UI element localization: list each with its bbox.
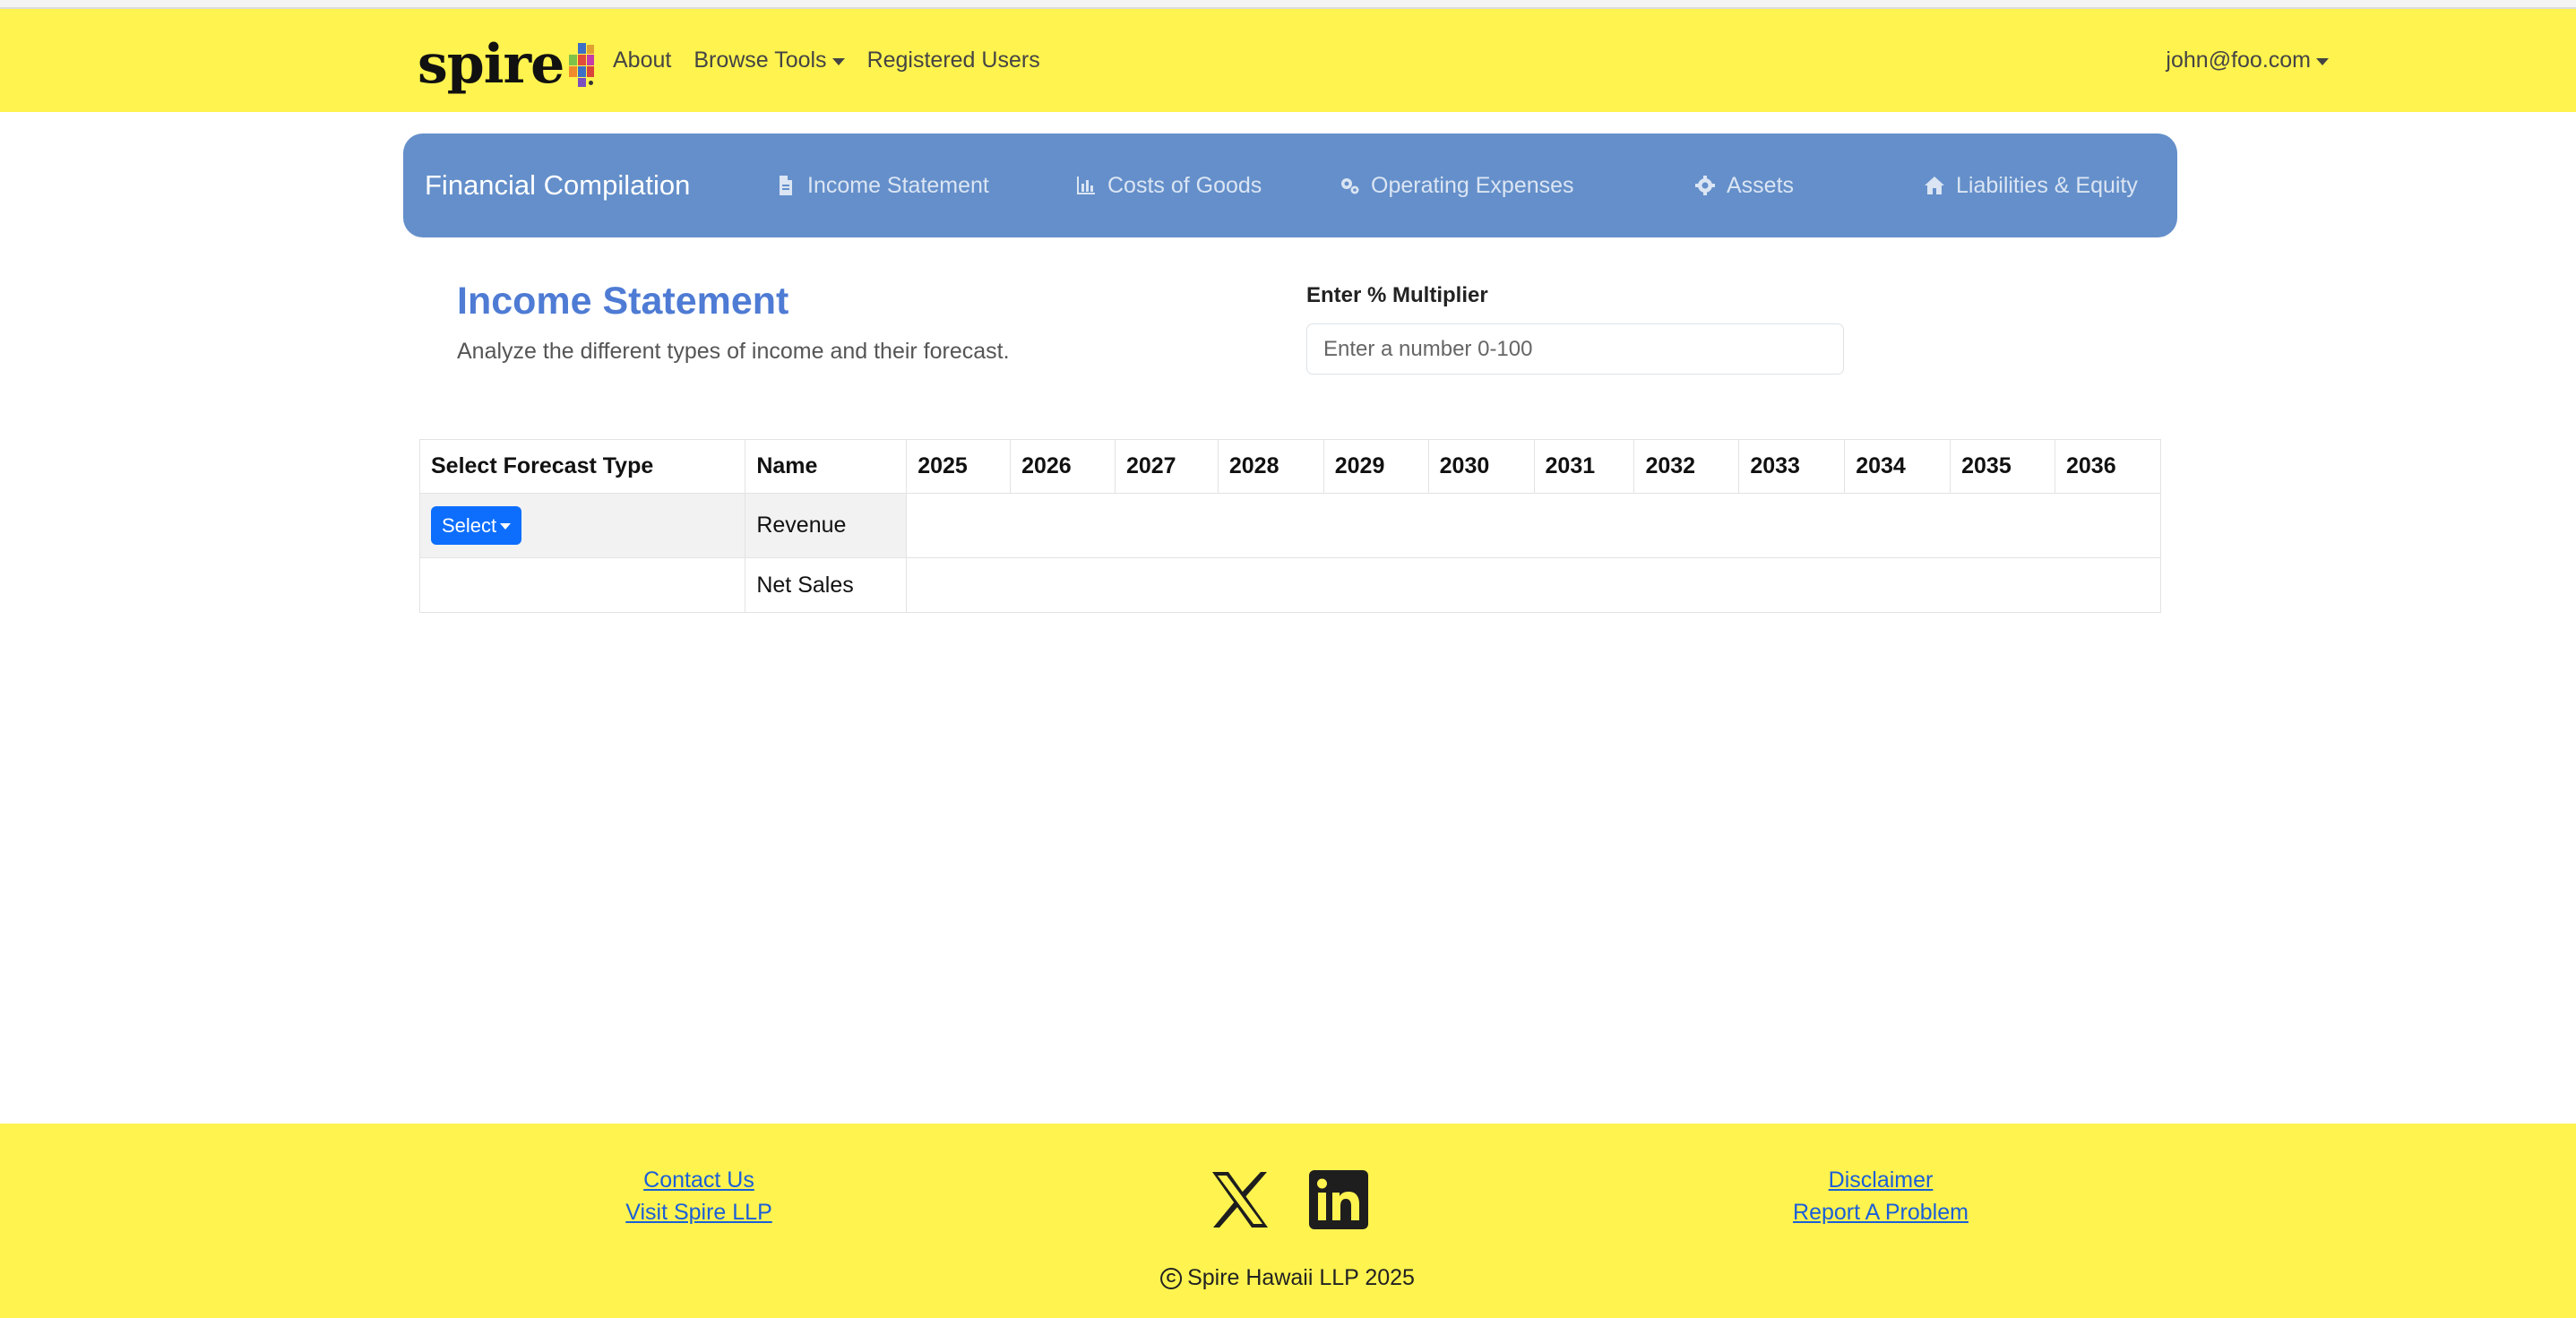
nav-registered-users[interactable]: Registered Users xyxy=(867,47,1040,73)
forecast-type-cell: Select xyxy=(418,493,746,558)
forecast-values-cell xyxy=(906,493,2161,558)
forecast-values-cell xyxy=(906,557,2161,613)
col-year: 2028 xyxy=(1217,439,1324,494)
col-year: 2035 xyxy=(1950,439,2055,494)
col-year: 2026 xyxy=(1010,439,1116,494)
tab-income-statement-label: Income Statement xyxy=(807,172,989,198)
main-nav: About Browse Tools Registered Users xyxy=(613,9,1040,112)
footer: Contact Us Visit Spire LLP Disclaimer Re… xyxy=(0,1124,2576,1318)
financial-subnav: Financial Compilation Income Statement C… xyxy=(403,134,2177,237)
col-year: 2034 xyxy=(1844,439,1951,494)
top-navbar: spire About Browse Tools Registered User… xyxy=(0,9,2576,112)
row-name-cell: Net Sales xyxy=(745,557,908,613)
report-problem-link[interactable]: Report A Problem xyxy=(1793,1200,1969,1226)
chevron-down-icon xyxy=(2316,57,2329,65)
tab-assets-label: Assets xyxy=(1727,172,1795,198)
file-icon xyxy=(780,176,792,195)
table-header-row: Select Forecast Type Name 2025 2026 2027… xyxy=(418,439,2161,494)
visit-spire-link[interactable]: Visit Spire LLP xyxy=(625,1200,772,1226)
tab-costs-of-goods[interactable]: Costs of Goods xyxy=(1075,173,1262,199)
spire-logo[interactable]: spire xyxy=(418,29,596,91)
income-statement-table: Select Forecast Type Name 2025 2026 2027… xyxy=(418,439,2161,613)
copyright-text: Spire Hawaii LLP 2025 xyxy=(1187,1265,1415,1290)
browser-top-border xyxy=(0,0,2576,9)
multiplier-label: Enter % Multiplier xyxy=(1306,283,1488,307)
tab-assets[interactable]: Assets xyxy=(1694,173,1794,199)
select-button-label: Select xyxy=(442,513,497,537)
subnav-title[interactable]: Financial Compilation xyxy=(425,169,690,202)
brand-mark-icon xyxy=(569,43,596,88)
chevron-down-icon xyxy=(831,57,845,65)
col-year: 2032 xyxy=(1633,439,1740,494)
tab-operating-expenses[interactable]: Operating Expenses xyxy=(1339,173,1574,199)
brand-name: spire xyxy=(418,33,564,96)
col-year: 2031 xyxy=(1533,439,1635,494)
col-year: 2030 xyxy=(1427,439,1535,494)
copyright: C Spire Hawaii LLP 2025 xyxy=(1160,1265,1415,1291)
multiplier-input[interactable] xyxy=(1306,323,1844,375)
col-year: 2027 xyxy=(1114,439,1219,494)
table-row: Select Revenue xyxy=(418,493,2161,558)
col-name: Name xyxy=(745,439,908,494)
gears-icon xyxy=(1341,178,1359,194)
user-menu[interactable]: john@foo.com xyxy=(2166,9,2329,112)
nav-browse-tools-label: Browse Tools xyxy=(694,47,827,73)
col-year: 2029 xyxy=(1322,439,1429,494)
home-icon xyxy=(1925,177,1944,194)
tab-income-statement[interactable]: Income Statement xyxy=(775,173,989,199)
col-year: 2033 xyxy=(1738,439,1846,494)
contact-us-link[interactable]: Contact Us xyxy=(643,1167,754,1193)
x-logo-icon[interactable] xyxy=(1210,1170,1270,1229)
forecast-type-cell xyxy=(418,557,746,613)
chevron-down-icon xyxy=(500,523,512,530)
linkedin-icon[interactable] xyxy=(1309,1170,1368,1229)
disclaimer-link[interactable]: Disclaimer xyxy=(1829,1167,1934,1193)
tab-liabilities-equity[interactable]: Liabilities & Equity xyxy=(1924,173,2138,199)
table-row: Net Sales xyxy=(418,557,2161,613)
page-title: Income Statement xyxy=(457,280,789,323)
col-year: 2036 xyxy=(2055,439,2161,494)
tab-liabilities-equity-label: Liabilities & Equity xyxy=(1956,172,2138,198)
page-subtitle: Analyze the different types of income an… xyxy=(457,339,1010,364)
col-year: 2025 xyxy=(906,439,1012,494)
forecast-select-button[interactable]: Select xyxy=(431,506,522,545)
col-forecast-type: Select Forecast Type xyxy=(418,439,746,494)
user-email: john@foo.com xyxy=(2166,47,2311,73)
copyright-icon: C xyxy=(1160,1267,1183,1289)
tab-operating-expenses-label: Operating Expenses xyxy=(1371,172,1574,198)
nav-browse-tools[interactable]: Browse Tools xyxy=(694,47,845,73)
gear-icon xyxy=(1695,176,1715,195)
nav-about[interactable]: About xyxy=(613,47,671,73)
tab-costs-of-goods-label: Costs of Goods xyxy=(1107,172,1262,198)
row-name-cell: Revenue xyxy=(745,493,908,558)
bar-chart-icon xyxy=(1077,177,1095,194)
